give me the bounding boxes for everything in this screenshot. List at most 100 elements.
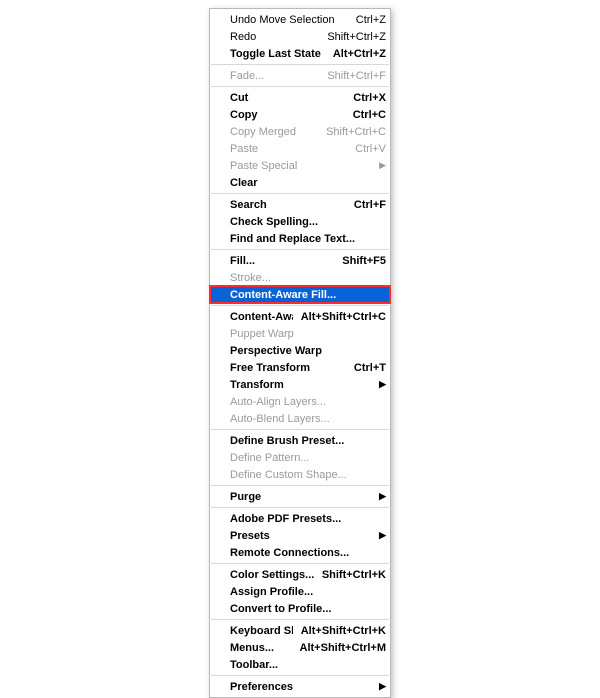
menu-item-convert-to-profile[interactable]: Convert to Profile... (210, 600, 390, 617)
menu-separator (211, 249, 389, 250)
menu-item-label: Puppet Warp (230, 328, 386, 340)
edit-menu: Undo Move SelectionCtrl+ZRedoShift+Ctrl+… (209, 8, 391, 698)
menu-item-paste: PasteCtrl+V (210, 140, 390, 157)
menu-item-auto-align-layers: Auto-Align Layers... (210, 393, 390, 410)
menu-item-label: Assign Profile... (230, 586, 386, 598)
submenu-arrow-icon: ▶ (378, 161, 386, 170)
menu-item-label: Clear (230, 177, 386, 189)
menu-item-shortcut: Alt+Shift+Ctrl+K (293, 625, 386, 637)
menu-item-label: Content-Aware Scale (230, 311, 293, 323)
menu-item-label: Find and Replace Text... (230, 233, 386, 245)
menu-item-label: Define Custom Shape... (230, 469, 386, 481)
menu-item-label: Define Pattern... (230, 452, 386, 464)
menu-item-label: Adobe PDF Presets... (230, 513, 386, 525)
menu-item-shortcut: Ctrl+F (346, 199, 386, 211)
menu-item-label: Transform (230, 379, 378, 391)
menu-separator (211, 507, 389, 508)
menu-item-adobe-pdf-presets[interactable]: Adobe PDF Presets... (210, 510, 390, 527)
menu-item-label: Preferences (230, 681, 378, 693)
menu-item-search[interactable]: SearchCtrl+F (210, 196, 390, 213)
menu-item-stroke: Stroke... (210, 269, 390, 286)
menu-item-find-and-replace-text[interactable]: Find and Replace Text... (210, 230, 390, 247)
menu-item-puppet-warp: Puppet Warp (210, 325, 390, 342)
menu-item-label: Paste Special (230, 160, 378, 172)
menu-item-menus[interactable]: Menus...Alt+Shift+Ctrl+M (210, 639, 390, 656)
menu-item-define-pattern: Define Pattern... (210, 449, 390, 466)
menu-separator (211, 305, 389, 306)
menu-item-define-custom-shape: Define Custom Shape... (210, 466, 390, 483)
menu-item-label: Stroke... (230, 272, 386, 284)
menu-item-shortcut: Shift+Ctrl+K (314, 569, 386, 581)
menu-item-perspective-warp[interactable]: Perspective Warp (210, 342, 390, 359)
menu-item-shortcut: Alt+Ctrl+Z (325, 48, 386, 60)
menu-item-label: Search (230, 199, 346, 211)
menu-item-label: Redo (230, 31, 319, 43)
menu-item-preferences[interactable]: Preferences▶ (210, 678, 390, 695)
menu-item-label: Menus... (230, 642, 292, 654)
menu-item-redo[interactable]: RedoShift+Ctrl+Z (210, 28, 390, 45)
menu-item-label: Fade... (230, 70, 319, 82)
menu-item-define-brush-preset[interactable]: Define Brush Preset... (210, 432, 390, 449)
menu-item-copy[interactable]: CopyCtrl+C (210, 106, 390, 123)
menu-separator (211, 429, 389, 430)
menu-item-label: Toolbar... (230, 659, 386, 671)
menu-item-presets[interactable]: Presets▶ (210, 527, 390, 544)
menu-separator (211, 485, 389, 486)
submenu-arrow-icon: ▶ (378, 531, 386, 540)
menu-item-shortcut: Ctrl+T (346, 362, 386, 374)
menu-item-label: Keyboard Shortcuts... (230, 625, 293, 637)
menu-item-shortcut: Shift+Ctrl+C (318, 126, 386, 138)
menu-separator (211, 675, 389, 676)
menu-item-color-settings[interactable]: Color Settings...Shift+Ctrl+K (210, 566, 390, 583)
menu-item-shortcut: Ctrl+C (345, 109, 386, 121)
menu-item-label: Presets (230, 530, 378, 542)
menu-item-label: Check Spelling... (230, 216, 386, 228)
menu-item-fade: Fade...Shift+Ctrl+F (210, 67, 390, 84)
menu-separator (211, 64, 389, 65)
menu-item-label: Purge (230, 491, 378, 503)
menu-item-label: Free Transform (230, 362, 346, 374)
menu-item-clear[interactable]: Clear (210, 174, 390, 191)
menu-item-label: Auto-Align Layers... (230, 396, 386, 408)
menu-item-label: Toggle Last State (230, 48, 325, 60)
menu-item-undo-move-selection[interactable]: Undo Move SelectionCtrl+Z (210, 11, 390, 28)
menu-item-content-aware-fill[interactable]: Content-Aware Fill... (210, 286, 390, 303)
menu-item-label: Undo Move Selection (230, 14, 348, 26)
menu-item-label: Remote Connections... (230, 547, 386, 559)
menu-item-purge[interactable]: Purge▶ (210, 488, 390, 505)
menu-item-label: Copy (230, 109, 345, 121)
menu-item-label: Content-Aware Fill... (230, 289, 386, 301)
menu-item-assign-profile[interactable]: Assign Profile... (210, 583, 390, 600)
menu-item-transform[interactable]: Transform▶ (210, 376, 390, 393)
menu-item-shortcut: Shift+F5 (334, 255, 386, 267)
menu-item-free-transform[interactable]: Free TransformCtrl+T (210, 359, 390, 376)
menu-item-cut[interactable]: CutCtrl+X (210, 89, 390, 106)
menu-item-paste-special: Paste Special▶ (210, 157, 390, 174)
menu-item-fill[interactable]: Fill...Shift+F5 (210, 252, 390, 269)
menu-item-shortcut: Shift+Ctrl+F (319, 70, 386, 82)
menu-item-toolbar[interactable]: Toolbar... (210, 656, 390, 673)
menu-item-label: Color Settings... (230, 569, 314, 581)
menu-item-label: Auto-Blend Layers... (230, 413, 386, 425)
menu-item-label: Define Brush Preset... (230, 435, 386, 447)
menu-item-copy-merged: Copy MergedShift+Ctrl+C (210, 123, 390, 140)
menu-separator (211, 563, 389, 564)
menu-item-keyboard-shortcuts[interactable]: Keyboard Shortcuts...Alt+Shift+Ctrl+K (210, 622, 390, 639)
menu-item-shortcut: Shift+Ctrl+Z (319, 31, 386, 43)
menu-item-toggle-last-state[interactable]: Toggle Last StateAlt+Ctrl+Z (210, 45, 390, 62)
menu-item-label: Paste (230, 143, 347, 155)
menu-item-label: Convert to Profile... (230, 603, 386, 615)
menu-item-label: Perspective Warp (230, 345, 386, 357)
menu-item-content-aware-scale[interactable]: Content-Aware ScaleAlt+Shift+Ctrl+C (210, 308, 390, 325)
submenu-arrow-icon: ▶ (378, 682, 386, 691)
menu-item-remote-connections[interactable]: Remote Connections... (210, 544, 390, 561)
menu-item-shortcut: Ctrl+X (345, 92, 386, 104)
menu-separator (211, 86, 389, 87)
menu-item-label: Cut (230, 92, 345, 104)
menu-item-shortcut: Ctrl+V (347, 143, 386, 155)
submenu-arrow-icon: ▶ (378, 380, 386, 389)
menu-separator (211, 193, 389, 194)
menu-item-label: Copy Merged (230, 126, 318, 138)
menu-item-check-spelling[interactable]: Check Spelling... (210, 213, 390, 230)
menu-item-shortcut: Alt+Shift+Ctrl+M (292, 642, 386, 654)
